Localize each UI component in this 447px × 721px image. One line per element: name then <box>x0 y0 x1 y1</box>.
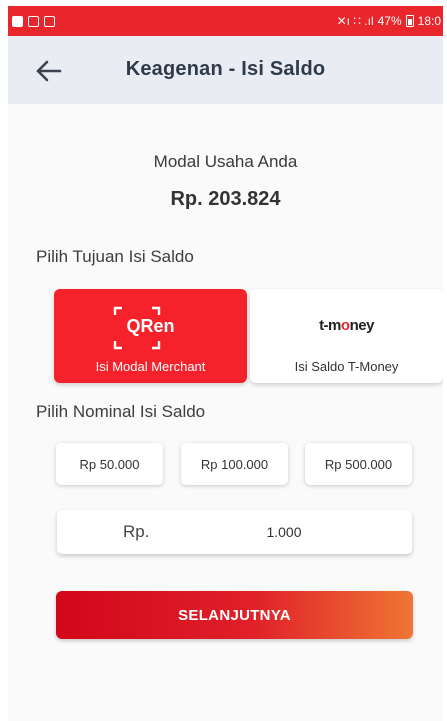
nominal-section-label: Pilih Nominal Isi Saldo <box>36 402 206 421</box>
tmoney-card[interactable]: t-money Isi Saldo T-Money <box>250 289 443 383</box>
qren-logo-text: QRen <box>126 316 175 336</box>
status-right: ✕ı ∷ .ıl 47% 18:0 <box>337 14 443 28</box>
status-bar: ✕ı ∷ .ıl 47% 18:0 <box>8 6 443 36</box>
qren-merchant-card[interactable]: QRen Isi Modal Merchant <box>54 289 247 383</box>
clock: 18:0 <box>417 14 441 28</box>
amount-input[interactable] <box>207 519 361 545</box>
page-title: Keagenan - Isi Saldo <box>125 58 326 80</box>
gallery-icon <box>44 15 55 27</box>
preset-100000-button[interactable]: Rp 100.000 <box>181 443 288 485</box>
message-icon <box>28 15 39 27</box>
destination-section-label: Pilih Tujuan Isi Saldo <box>36 247 194 266</box>
tmoney-logo: t-money <box>319 317 374 334</box>
balance-value: Rp. 203.824 <box>170 188 281 210</box>
battery-icon <box>405 15 414 27</box>
amount-prefix: Rp. <box>123 522 150 541</box>
balance-label: Modal Usaha Anda <box>153 152 298 171</box>
frame-edge <box>0 0 8 721</box>
notification-icons <box>12 15 55 27</box>
preset-50000-button[interactable]: Rp 50.000 <box>56 443 163 485</box>
next-button[interactable]: SELANJUTNYA <box>56 591 413 639</box>
signal-icons: ✕ı ∷ .ıl <box>336 14 374 28</box>
tmoney-card-caption: Isi Saldo T-Money <box>294 359 399 374</box>
amount-field[interactable]: Rp. <box>57 510 412 554</box>
preset-500000-button[interactable]: Rp 500.000 <box>305 443 412 485</box>
battery-percent: 47% <box>377 14 402 28</box>
qren-card-caption: Isi Modal Merchant <box>95 359 206 374</box>
phone-screen: ✕ı ∷ .ıl 47% 18:0 Keagenan - Isi Saldo M… <box>8 6 443 721</box>
notification-icon <box>12 15 23 27</box>
app-bar: Keagenan - Isi Saldo <box>8 36 443 104</box>
